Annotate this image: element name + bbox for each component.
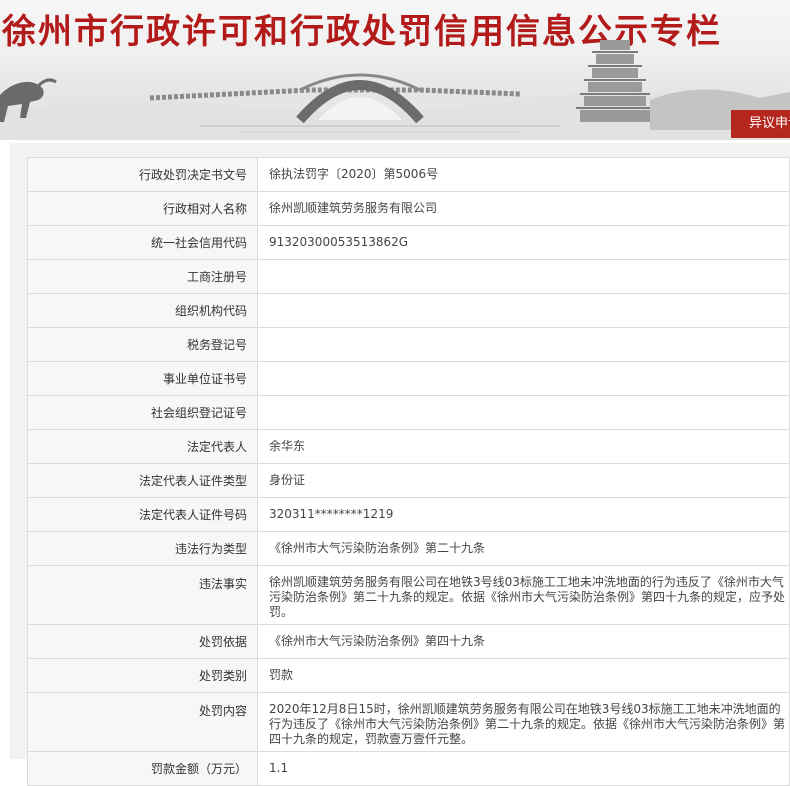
table-row: 处罚类别 罚款	[27, 658, 790, 693]
field-label: 行政处罚决定书文号	[27, 157, 258, 192]
field-label: 法定代表人证件类型	[27, 463, 258, 498]
field-value: 余华东	[257, 429, 790, 464]
field-value	[257, 361, 790, 396]
field-value: 《徐州市大气污染防治条例》第二十九条	[257, 531, 790, 566]
field-label: 法定代表人证件号码	[27, 497, 258, 532]
header-banner: 徐州市行政许可和行政处罚信用信息公示专栏 异议申诉	[0, 0, 790, 140]
field-label: 罚款金额（万元）	[27, 751, 258, 786]
field-label: 统一社会信用代码	[27, 225, 258, 260]
field-label: 组织机构代码	[27, 293, 258, 328]
field-label: 处罚依据	[27, 624, 258, 659]
field-value: 320311********1219	[257, 497, 790, 532]
field-label: 违法事实	[27, 565, 258, 625]
field-value	[257, 327, 790, 362]
table-row: 处罚依据 《徐州市大气污染防治条例》第四十九条	[27, 624, 790, 659]
table-row: 法定代表人证件类型 身份证	[27, 463, 790, 498]
table-row: 组织机构代码	[27, 293, 790, 328]
table-row: 处罚内容 2020年12月8日15时，徐州凯顺建筑劳务服务有限公司在地铁3号线0…	[27, 692, 790, 752]
banner-landscape-illustration	[0, 40, 790, 140]
table-row: 法定代表人证件号码 320311********1219	[27, 497, 790, 532]
field-value: 徐州凯顺建筑劳务服务有限公司在地铁3号线03标施工工地未冲洗地面的行为违反了《徐…	[257, 565, 790, 625]
field-label: 违法行为类型	[27, 531, 258, 566]
field-label: 工商注册号	[27, 259, 258, 294]
field-value: 91320300053513862G	[257, 225, 790, 260]
field-value: 《徐州市大气污染防治条例》第四十九条	[257, 624, 790, 659]
table-row: 违法事实 徐州凯顺建筑劳务服务有限公司在地铁3号线03标施工工地未冲洗地面的行为…	[27, 565, 790, 625]
objection-appeal-button[interactable]: 异议申诉	[731, 110, 790, 138]
table-row: 工商注册号	[27, 259, 790, 294]
penalty-record-table: 行政处罚决定书文号 徐执法罚字〔2020〕第5006号 行政相对人名称 徐州凯顺…	[27, 157, 790, 786]
field-value: 1.1	[257, 751, 790, 786]
field-value: 徐州凯顺建筑劳务服务有限公司	[257, 191, 790, 226]
field-label: 行政相对人名称	[27, 191, 258, 226]
field-value: 身份证	[257, 463, 790, 498]
table-row: 违法行为类型 《徐州市大气污染防治条例》第二十九条	[27, 531, 790, 566]
field-value	[257, 293, 790, 328]
table-row: 社会组织登记证号	[27, 395, 790, 430]
field-label: 事业单位证书号	[27, 361, 258, 396]
field-value: 徐执法罚字〔2020〕第5006号	[257, 157, 790, 192]
field-label: 处罚类别	[27, 658, 258, 693]
field-label: 处罚内容	[27, 692, 258, 752]
table-row: 统一社会信用代码 91320300053513862G	[27, 225, 790, 260]
field-value	[257, 395, 790, 430]
table-row: 罚款金额（万元） 1.1	[27, 751, 790, 786]
field-value: 罚款	[257, 658, 790, 693]
field-label: 社会组织登记证号	[27, 395, 258, 430]
table-row: 事业单位证书号	[27, 361, 790, 396]
field-label: 法定代表人	[27, 429, 258, 464]
field-value: 2020年12月8日15时，徐州凯顺建筑劳务服务有限公司在地铁3号线03标施工工…	[257, 692, 790, 752]
field-label: 税务登记号	[27, 327, 258, 362]
field-value	[257, 259, 790, 294]
table-row: 行政相对人名称 徐州凯顺建筑劳务服务有限公司	[27, 191, 790, 226]
table-row: 行政处罚决定书文号 徐执法罚字〔2020〕第5006号	[27, 157, 790, 192]
table-row: 法定代表人 余华东	[27, 429, 790, 464]
table-row: 税务登记号	[27, 327, 790, 362]
